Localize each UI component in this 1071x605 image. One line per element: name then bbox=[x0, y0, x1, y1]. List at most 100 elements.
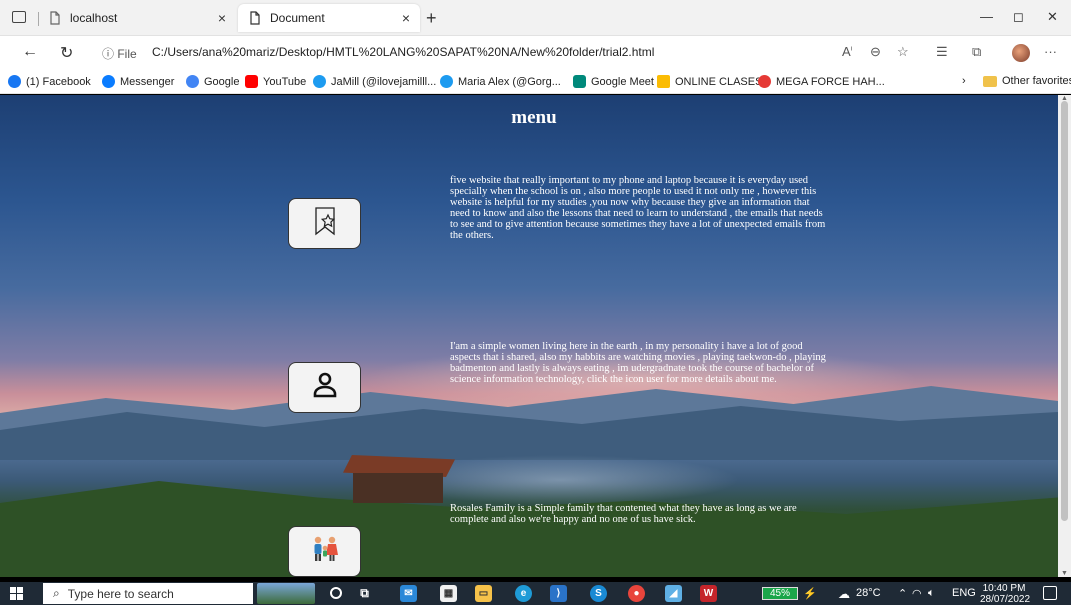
profile-avatar[interactable] bbox=[1012, 44, 1030, 62]
favorites-bar: (1) Facebook Messenger Google YouTube Ja… bbox=[0, 70, 1071, 94]
youtube-icon bbox=[245, 75, 258, 88]
site-info-button[interactable]: ⓘ File bbox=[102, 45, 137, 62]
family-button[interactable] bbox=[288, 526, 361, 577]
app-icon[interactable]: ◢ bbox=[665, 585, 682, 602]
tab-close-button[interactable]: × bbox=[402, 10, 410, 26]
bookmark-label: YouTube bbox=[263, 75, 307, 88]
background-house bbox=[353, 473, 443, 503]
messenger-icon bbox=[102, 75, 115, 88]
back-arrow-icon[interactable]: ← bbox=[22, 43, 38, 61]
tab-close-button[interactable]: × bbox=[218, 10, 226, 26]
bookmark-label: Messenger bbox=[120, 75, 175, 88]
bookmarks-overflow-icon[interactable]: › bbox=[962, 75, 966, 87]
battery-indicator[interactable]: 45% bbox=[762, 587, 798, 600]
user-button[interactable] bbox=[288, 362, 361, 413]
folder-icon bbox=[983, 75, 997, 87]
bookmark-jamill[interactable]: JaMill (@ilovejamilll... bbox=[313, 75, 436, 88]
twitter-icon bbox=[440, 75, 453, 88]
task-view-icon[interactable]: ⧉ bbox=[356, 585, 373, 602]
windows-taskbar: ⌕ Type here to search ⧉ ✉ ▦ ▭ e ⟩ S ● ◢ … bbox=[0, 582, 1071, 605]
tab-title: Document bbox=[270, 11, 325, 25]
zoom-icon[interactable]: ⊖ bbox=[870, 44, 881, 60]
charging-icon: ⚡ bbox=[803, 588, 817, 600]
user-icon bbox=[312, 371, 338, 404]
search-highlight-image[interactable] bbox=[257, 583, 315, 604]
bookmark-label: Maria Alex (@Gorg... bbox=[458, 75, 561, 88]
bookmark-star-button[interactable] bbox=[288, 198, 361, 249]
other-favorites-folder[interactable]: Other favorites bbox=[983, 75, 1071, 87]
tab-actions-icon[interactable] bbox=[12, 11, 26, 23]
google-icon bbox=[186, 75, 199, 88]
bookmark-maria-alex[interactable]: Maria Alex (@Gorg... bbox=[440, 75, 561, 88]
facebook-icon bbox=[8, 75, 21, 88]
section-description: Rosales Family is a Simple family that c… bbox=[450, 503, 797, 525]
skype-icon[interactable]: S bbox=[590, 585, 607, 602]
section-description: I'am a simple women living here in the e… bbox=[450, 341, 826, 385]
twitter-icon bbox=[313, 75, 326, 88]
bookmark-mega-force[interactable]: MEGA FORCE HAH... bbox=[758, 75, 885, 88]
mail-icon[interactable]: ✉ bbox=[400, 585, 417, 602]
add-favorite-icon[interactable]: ☆ bbox=[897, 44, 909, 60]
edge-icon[interactable]: e bbox=[515, 585, 532, 602]
new-tab-button[interactable]: + bbox=[426, 8, 437, 29]
document-icon bbox=[248, 11, 262, 25]
family-icon bbox=[310, 535, 340, 568]
bookmark-online-clases[interactable]: ONLINE CLASES bbox=[657, 75, 762, 88]
cortana-icon[interactable] bbox=[330, 587, 342, 599]
more-menu-icon[interactable]: ··· bbox=[1044, 44, 1057, 59]
browser-tab-bar: localhost × Document × + — ◻ ✕ bbox=[0, 0, 1071, 36]
tab-title: localhost bbox=[70, 11, 118, 25]
notification-center-icon[interactable] bbox=[1043, 586, 1057, 600]
volume-icon[interactable]: 🔈︎ bbox=[928, 587, 935, 600]
favorites-icon[interactable]: ☰ bbox=[936, 44, 948, 60]
file-explorer-icon[interactable]: ▭ bbox=[475, 585, 492, 602]
tab-localhost[interactable]: localhost × bbox=[38, 4, 236, 32]
bookmark-label: MEGA FORCE HAH... bbox=[776, 75, 885, 88]
classroom-icon bbox=[657, 75, 670, 88]
bookmark-label: (1) Facebook bbox=[26, 75, 91, 88]
restore-button[interactable]: ◻ bbox=[1013, 9, 1024, 25]
bookmark-label: Google Meet bbox=[591, 75, 654, 88]
read-aloud-icon[interactable]: Aı bbox=[842, 44, 853, 59]
temperature[interactable]: 28°C bbox=[856, 587, 881, 599]
taskbar-search-box[interactable]: ⌕ Type here to search bbox=[43, 583, 253, 604]
taskbar-clock[interactable]: 10:40 PM 28/07/2022 bbox=[980, 583, 1031, 605]
scrollbar-thumb[interactable] bbox=[1061, 101, 1068, 521]
url-field[interactable]: C:/Users/ana%20mariz/Desktop/HMTL%20LANG… bbox=[152, 45, 654, 59]
search-placeholder: Type here to search bbox=[67, 586, 174, 601]
close-window-button[interactable]: ✕ bbox=[1047, 9, 1058, 25]
bookmark-label: ONLINE CLASES bbox=[675, 75, 763, 88]
address-bar-row: ← ↻ ⓘ File C:/Users/ana%20mariz/Desktop/… bbox=[0, 36, 1071, 70]
refresh-icon[interactable]: ↻ bbox=[60, 43, 73, 63]
language-indicator[interactable]: ENG bbox=[952, 587, 976, 599]
page-title: menu bbox=[511, 107, 557, 128]
bookmark-label: Google bbox=[204, 75, 240, 88]
bookmark-label: Other favorites bbox=[1002, 75, 1071, 87]
scroll-down-icon[interactable]: ▼ bbox=[1061, 570, 1068, 577]
file-icon bbox=[48, 11, 62, 25]
page-scrollbar[interactable]: ▲ ▼ bbox=[1058, 95, 1071, 577]
bookmark-star-icon bbox=[312, 206, 338, 241]
clock-date: 28/07/2022 bbox=[980, 594, 1031, 605]
bookmark-youtube[interactable]: YouTube bbox=[245, 75, 306, 88]
tab-document[interactable]: Document × bbox=[238, 4, 420, 32]
vscode-icon[interactable]: ⟩ bbox=[550, 585, 567, 602]
search-icon: ⌕ bbox=[53, 586, 60, 600]
show-hidden-icons-icon[interactable]: ⌃ bbox=[898, 587, 907, 600]
bookmark-facebook[interactable]: (1) Facebook bbox=[8, 75, 91, 88]
page-viewport: menu five website that really important … bbox=[0, 95, 1058, 577]
minimize-button[interactable]: — bbox=[980, 9, 993, 24]
mega-icon bbox=[758, 75, 771, 88]
bookmark-google-meet[interactable]: Google Meet bbox=[573, 75, 654, 88]
bookmark-label: JaMill (@ilovejamilll... bbox=[331, 75, 437, 88]
windows-start-icon[interactable] bbox=[10, 587, 23, 600]
bookmark-google[interactable]: Google bbox=[186, 75, 239, 88]
chrome-icon[interactable]: ● bbox=[628, 585, 645, 602]
collections-icon[interactable]: ⧉ bbox=[972, 44, 981, 60]
store-icon[interactable]: ▦ bbox=[440, 585, 457, 602]
weather-icon[interactable]: ☁ bbox=[838, 587, 850, 601]
wps-office-icon[interactable]: W bbox=[700, 585, 717, 602]
clock-time: 10:40 PM bbox=[982, 583, 1026, 594]
bookmark-messenger[interactable]: Messenger bbox=[102, 75, 174, 88]
wifi-icon[interactable]: ◠ bbox=[912, 587, 922, 600]
